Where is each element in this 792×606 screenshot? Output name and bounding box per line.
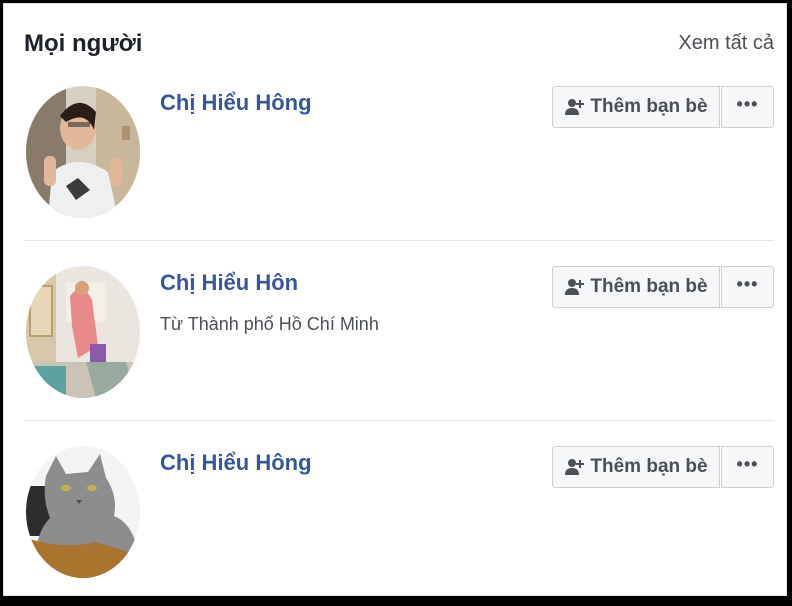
person-row: Chị Hiểu Hông Thêm bạn bè ••• [24, 446, 774, 606]
avatar-photo-interior [26, 266, 140, 398]
add-friend-icon [564, 97, 585, 117]
avatar[interactable] [26, 446, 140, 578]
person-name[interactable]: Chị Hiểu Hông [160, 450, 312, 476]
see-all-link[interactable]: Xem tất cả [678, 32, 774, 55]
person-location: Từ Thành phố Hồ Chí Minh [160, 314, 379, 334]
person-name[interactable]: Chị Hiểu Hông [160, 90, 312, 116]
section-title: Mọi người [24, 30, 143, 57]
add-friend-button[interactable]: Thêm bạn bè [552, 266, 720, 308]
add-friend-label: Thêm bạn bè [590, 276, 708, 297]
divider [24, 420, 774, 421]
more-options-button[interactable]: ••• [721, 446, 774, 488]
add-friend-icon [564, 277, 585, 297]
more-options-icon: ••• [736, 454, 759, 474]
more-options-button[interactable]: ••• [721, 86, 774, 128]
person-name[interactable]: Chị Hiểu Hôn [160, 270, 298, 296]
add-friend-label: Thêm bạn bè [590, 96, 708, 117]
avatar-photo-cat [26, 446, 140, 578]
divider [24, 240, 774, 241]
avatar-photo-woman [26, 86, 140, 218]
people-panel: Mọi người Xem tất cả Chị Hiểu Hông Thêm … [3, 3, 787, 596]
person-row: Chị Hiểu Hôn Từ Thành phố Hồ Chí Minh Th… [24, 266, 774, 426]
more-options-icon: ••• [736, 94, 759, 114]
add-friend-icon [564, 457, 585, 477]
person-row: Chị Hiểu Hông Thêm bạn bè ••• [24, 86, 774, 246]
more-options-button[interactable]: ••• [721, 266, 774, 308]
more-options-icon: ••• [736, 274, 759, 294]
panel-header: Mọi người Xem tất cả [24, 26, 774, 66]
add-friend-label: Thêm bạn bè [590, 456, 708, 477]
add-friend-button[interactable]: Thêm bạn bè [552, 446, 720, 488]
avatar[interactable] [26, 266, 140, 398]
avatar[interactable] [26, 86, 140, 218]
add-friend-button[interactable]: Thêm bạn bè [552, 86, 720, 128]
